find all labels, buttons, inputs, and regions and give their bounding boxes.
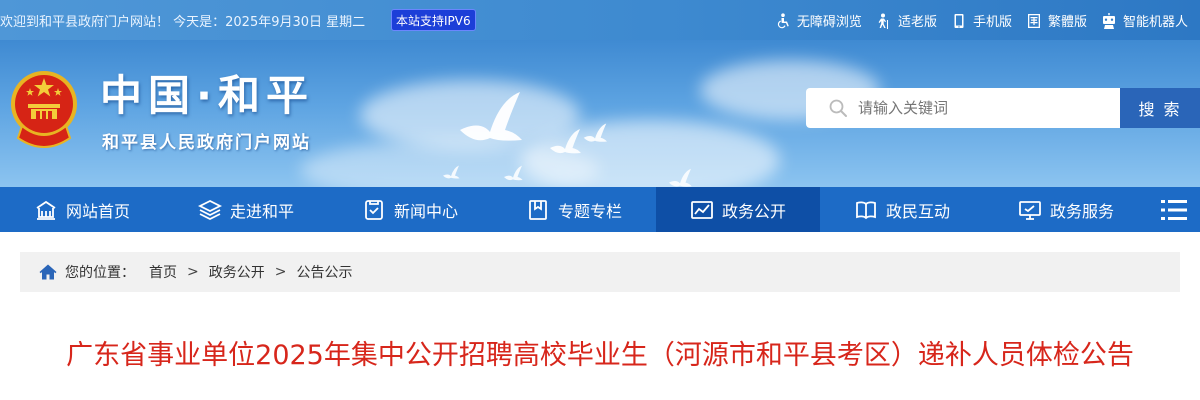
ipv6-badge: 本站支持IPV6 [391,9,476,31]
accessibility-link[interactable]: 无障碍浏览 [775,11,862,30]
menu-icon [1161,199,1187,220]
nav-item-label: 网站首页 [65,201,130,221]
nav-menu-button[interactable] [1148,187,1200,232]
elderly-label: 适老版 [897,15,937,30]
main-nav: 网站首页 走进和平 新闻中心 专题专栏 政务公开 政民互动 政务服务 [0,187,1200,232]
layers-icon [197,199,222,220]
traditional-chinese-label: 繁體版 [1047,15,1087,30]
breadcrumb-separator: > [187,264,199,280]
nav-item-services[interactable]: 政务服务 [984,187,1148,232]
nav-item-label: 走进和平 [229,201,294,221]
nav-item-label: 专题专栏 [557,201,622,221]
nav-item-label: 新闻中心 [393,201,458,221]
nav-item-news[interactable]: 新闻中心 [328,187,492,232]
robot-label: 智能机器人 [1122,15,1188,30]
search-icon [829,99,847,117]
home-icon [36,200,56,220]
dove-image [504,165,523,181]
elderly-link[interactable]: 适老版 [876,11,937,30]
mobile-icon [954,13,964,28]
elderly-icon [878,13,888,29]
nav-item-label: 政务服务 [1049,201,1114,221]
dove-image [583,123,607,142]
nav-item-about[interactable]: 走进和平 [164,187,328,232]
dove-image [460,92,522,141]
bookmark-icon [529,199,547,220]
dove-image [550,129,581,154]
mobile-label: 手机版 [972,15,1012,30]
breadcrumb-home-link[interactable]: 首页 [149,262,177,282]
article-title: 广东省事业单位2025年集中公开招聘高校毕业生（河源市和平县考区）递补人员体检公… [66,340,1134,371]
monitor-icon [1019,200,1041,220]
search-box [806,88,1120,128]
nav-item-interaction[interactable]: 政民互动 [820,187,984,232]
search-input[interactable] [858,99,1088,117]
robot-icon [1102,12,1115,29]
nav-item-label: 政民互动 [885,201,950,221]
nav-item-label: 政务公开 [721,201,786,221]
breadcrumb-separator: > [274,264,287,280]
nav-item-topics[interactable]: 专题专栏 [492,187,656,232]
traditional-chinese-icon [1027,13,1040,28]
dove-image [443,165,460,179]
search-button[interactable]: 搜 索 [1120,88,1200,128]
top-links: 无障碍浏览 适老版 手机版 繁體版 智能机器人 [775,11,1188,30]
mobile-link[interactable]: 手机版 [951,11,1012,30]
book-icon [856,200,876,219]
site-banner: 中国·和平 和平县人民政府门户网站 搜 索 [0,40,1200,187]
news-icon [365,199,383,220]
welcome-text: 欢迎到和平县政府门户网站！ 今天是：2025年9月30日 星期二 [0,15,366,30]
nav-item-gov-info[interactable]: 政务公开 [656,187,820,232]
breadcrumb-label: 您的位置： [65,265,135,281]
home-icon [39,264,57,280]
traditional-chinese-link[interactable]: 繁體版 [1026,11,1087,30]
site-title[interactable]: 中国·和平 [100,62,314,123]
dove-image [669,168,692,187]
breadcrumb: 您的位置： 首页 > 政务公开 > 公告公示 [20,252,1180,292]
robot-link[interactable]: 智能机器人 [1101,11,1188,30]
national-emblem-icon[interactable] [8,66,80,152]
top-bar: 欢迎到和平县政府门户网站！ 今天是：2025年9月30日 星期二 本站支持IPV… [0,0,1200,40]
site-subtitle: 和平县人民政府门户网站 [102,133,311,153]
accessibility-label: 无障碍浏览 [796,15,862,30]
breadcrumb-notices-link[interactable]: 公告公示 [296,262,352,282]
breadcrumb-gov-info-link[interactable]: 政务公开 [209,262,265,282]
accessibility-icon [777,12,789,28]
nav-item-home[interactable]: 网站首页 [0,187,164,232]
chart-icon [691,200,713,219]
